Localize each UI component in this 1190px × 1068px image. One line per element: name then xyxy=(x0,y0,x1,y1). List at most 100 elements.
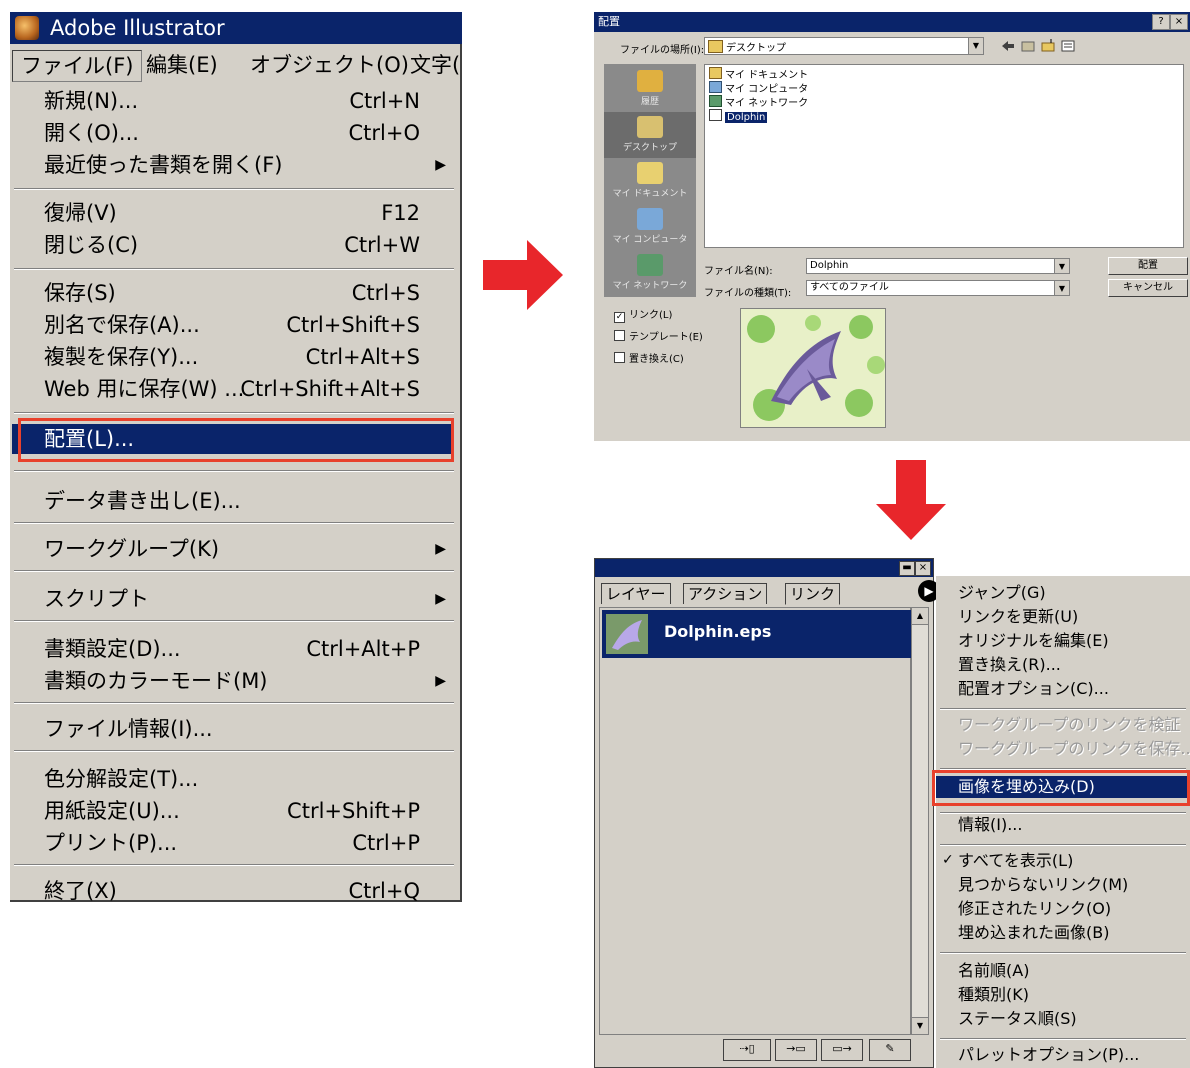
lookin-select[interactable]: デスクトップ ▼ xyxy=(704,37,984,55)
menu-item-save-copy[interactable]: 複製を保存(Y)... Ctrl+Alt+S xyxy=(12,342,452,372)
scroll-up-icon[interactable]: ▲ xyxy=(912,608,928,625)
dialog-toolbar xyxy=(1002,39,1075,52)
places-bar: 履歴 デスクトップ マイ ドキュメント マイ コンピュータ マイ ネットワーク xyxy=(604,64,696,297)
scroll-down-icon[interactable]: ▼ xyxy=(912,1017,928,1034)
link-checkbox[interactable]: ✓ リンク(L) xyxy=(614,306,672,323)
menu-item-workgroup[interactable]: ワークグループ(K) ▶ xyxy=(12,534,452,564)
menu-separator xyxy=(14,412,454,414)
filetype-select[interactable]: すべてのファイル ▼ xyxy=(806,280,1070,296)
update-link-icon[interactable]: ▭→ xyxy=(821,1039,863,1061)
menu-separator xyxy=(14,864,454,866)
menu-item-show-modified[interactable]: 修正されたリンク(O) xyxy=(958,898,1111,920)
menu-separator xyxy=(14,702,454,704)
scrollbar[interactable]: ▲ ▼ xyxy=(911,607,929,1035)
menu-item-separation-setup[interactable]: 色分解設定(T)... xyxy=(12,764,452,794)
menu-type[interactable]: 文字( xyxy=(402,50,468,80)
menu-item-update-link[interactable]: リンクを更新(U) xyxy=(958,606,1078,628)
menu-item-scripts[interactable]: スクリプト ▶ xyxy=(12,584,452,614)
menu-bar: ファイル(F) 編集(E) オブジェクト(O) 文字( xyxy=(10,46,462,82)
tab-actions[interactable]: アクション xyxy=(683,583,768,604)
menu-item-information[interactable]: 情報(I)... xyxy=(958,814,1022,836)
help-button[interactable]: ? xyxy=(1152,14,1170,30)
menu-item-go-to-link[interactable]: ジャンプ(G) xyxy=(958,582,1046,604)
submenu-arrow-icon: ▶ xyxy=(435,673,446,689)
menu-item-verify-workgroup-link: ワークグループのリンクを検証 xyxy=(958,715,1181,734)
menu-separator xyxy=(14,570,454,572)
menu-item-palette-options[interactable]: パレットオプション(P)... xyxy=(958,1044,1139,1066)
chevron-down-icon[interactable]: ▼ xyxy=(1054,281,1069,295)
place-desktop[interactable]: デスクトップ xyxy=(604,112,696,158)
arrow-right-icon xyxy=(483,240,563,310)
place-my-documents[interactable]: マイ ドキュメント xyxy=(604,158,696,204)
cancel-button[interactable]: キャンセル xyxy=(1108,279,1188,297)
view-menu-icon[interactable] xyxy=(1061,40,1075,52)
menu-item-show-all[interactable]: すべてを表示(L) xyxy=(958,850,1073,872)
up-folder-icon[interactable] xyxy=(1021,41,1035,52)
list-item[interactable]: マイ ネットワーク xyxy=(709,95,808,109)
menu-item-page-setup[interactable]: 用紙設定(U)... Ctrl+Shift+P xyxy=(12,796,452,826)
place-my-network[interactable]: マイ ネットワーク xyxy=(604,250,696,296)
menu-item-sort-by-status[interactable]: ステータス順(S) xyxy=(958,1008,1077,1030)
desktop-folder-icon xyxy=(708,40,723,53)
menu-item-file-info[interactable]: ファイル情報(I)... xyxy=(12,714,452,744)
place-my-computer[interactable]: マイ コンピュータ xyxy=(604,204,696,250)
dialog-title: 配置 xyxy=(598,15,620,28)
menu-item-save[interactable]: 保存(S) Ctrl+S xyxy=(12,278,452,308)
place-button[interactable]: 配置 xyxy=(1108,257,1188,275)
chevron-down-icon[interactable]: ▼ xyxy=(968,38,983,54)
new-folder-icon[interactable] xyxy=(1041,39,1055,52)
menu-item-print[interactable]: プリント(P)... Ctrl+P xyxy=(12,828,452,858)
menu-item-close[interactable]: 閉じる(C) Ctrl+W xyxy=(12,230,452,260)
chevron-down-icon[interactable]: ▼ xyxy=(1054,259,1069,273)
filename-input[interactable]: Dolphin ▼ xyxy=(806,258,1070,274)
menu-item-color-mode[interactable]: 書類のカラーモード(M) ▶ xyxy=(12,666,452,696)
menu-item-sort-by-name[interactable]: 名前順(A) xyxy=(958,960,1029,982)
menu-separator xyxy=(940,1038,1186,1040)
list-item[interactable]: マイ コンピュータ xyxy=(709,81,808,95)
go-to-link-icon[interactable]: →▭ xyxy=(775,1039,817,1061)
network-icon xyxy=(709,95,722,107)
menu-object[interactable]: オブジェクト(O) xyxy=(242,50,417,80)
menu-item-exit[interactable]: 終了(X) Ctrl+Q xyxy=(12,876,452,906)
list-item-dolphin-eps[interactable]: Dolphin.eps xyxy=(602,610,912,658)
close-icon[interactable]: × xyxy=(915,561,931,576)
menu-item-show-embedded[interactable]: 埋め込まれた画像(B) xyxy=(958,922,1109,944)
menu-item-document-setup[interactable]: 書類設定(D)... Ctrl+Alt+P xyxy=(12,634,452,664)
menu-item-edit-original[interactable]: オリジナルを編集(E) xyxy=(958,630,1109,652)
menu-item-replace[interactable]: 置き換え(R)... xyxy=(958,654,1061,676)
edit-original-icon[interactable]: ✎ xyxy=(869,1039,911,1061)
place-history[interactable]: 履歴 xyxy=(604,66,696,112)
menu-item-new[interactable]: 新規(N)... Ctrl+N xyxy=(12,86,452,116)
menu-item-save-for-web[interactable]: Web 用に保存(W) ... Ctrl+Shift+Alt+S xyxy=(12,374,452,404)
menu-edit[interactable]: 編集(E) xyxy=(138,50,226,80)
back-icon[interactable] xyxy=(1002,41,1014,51)
menu-item-sort-by-kind[interactable]: 種類別(K) xyxy=(958,984,1029,1006)
menu-item-placement-options[interactable]: 配置オプション(C)... xyxy=(958,678,1109,700)
menu-item-revert[interactable]: 復帰(V) F12 xyxy=(12,198,452,228)
replace-link-icon[interactable]: ⇢▯ xyxy=(723,1039,771,1061)
menu-file[interactable]: ファイル(F) xyxy=(12,50,143,82)
list-item-dolphin[interactable]: Dolphin xyxy=(709,109,768,123)
my-network-icon xyxy=(637,254,663,276)
menu-item-show-missing[interactable]: 見つからないリンク(M) xyxy=(958,874,1128,896)
menu-item-save-as[interactable]: 別名で保存(A)... Ctrl+Shift+S xyxy=(12,310,452,340)
menu-item-export[interactable]: データ書き出し(E)... xyxy=(12,486,452,516)
highlight-frame-embed xyxy=(932,770,1190,806)
palette-bottom-bar: ⇢▯ →▭ ▭→ ✎ xyxy=(599,1037,929,1065)
links-palette-menu: ジャンプ(G) リンクを更新(U) オリジナルを編集(E) 置き換え(R)...… xyxy=(932,576,1190,1068)
menu-item-open[interactable]: 開く(O)... Ctrl+O xyxy=(12,118,452,148)
list-item[interactable]: マイ ドキュメント xyxy=(709,67,808,81)
minimize-icon[interactable]: ▬ xyxy=(899,561,915,576)
tab-links[interactable]: リンク xyxy=(785,583,841,605)
menu-separator xyxy=(940,952,1186,954)
submenu-arrow-icon: ▶ xyxy=(435,541,446,557)
tab-layers[interactable]: レイヤー xyxy=(601,583,671,604)
computer-icon xyxy=(709,81,722,93)
place-dialog: 配置 ? × ファイルの場所(I): デスクトップ ▼ 履歴 デスクトップ マイ… xyxy=(594,12,1190,441)
menu-item-open-recent[interactable]: 最近使った書類を開く(F) ▶ xyxy=(12,150,452,180)
close-button[interactable]: × xyxy=(1170,14,1188,30)
menu-separator xyxy=(14,470,454,472)
replace-checkbox[interactable]: 置き換え(C) xyxy=(614,350,684,365)
template-checkbox[interactable]: テンプレート(E) xyxy=(614,328,703,343)
menu-separator xyxy=(14,620,454,622)
